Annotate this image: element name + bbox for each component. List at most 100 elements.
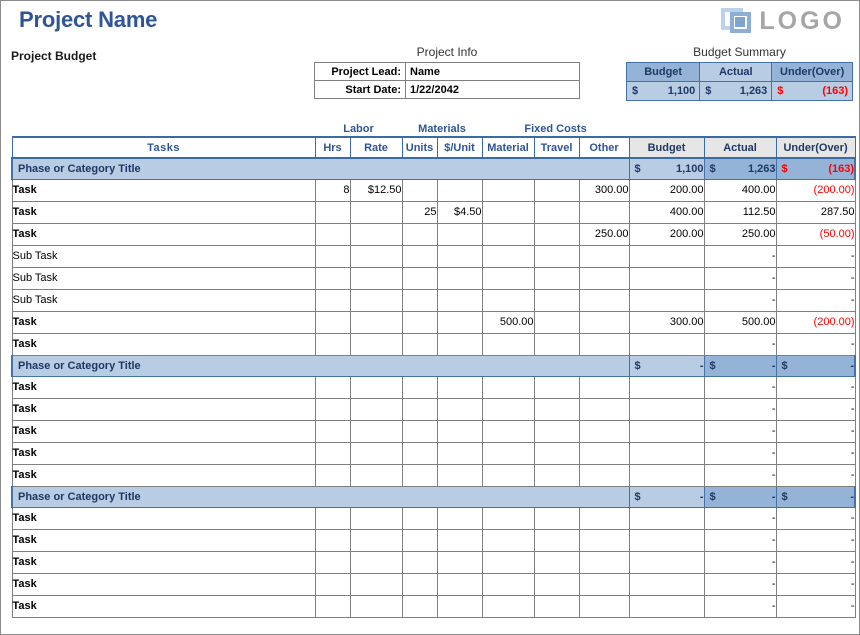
task-rate[interactable] (349, 266, 403, 290)
start-date-value[interactable]: 1/22/2042 (405, 80, 580, 99)
task-hrs[interactable] (314, 397, 351, 421)
task-rate[interactable] (349, 419, 403, 443)
task-budget[interactable] (628, 332, 705, 356)
task-material[interactable] (481, 419, 535, 443)
task-budget[interactable] (628, 550, 705, 574)
task-other[interactable]: 250.00 (578, 222, 630, 246)
task-rate[interactable] (349, 200, 403, 224)
task-rate[interactable]: $12.50 (349, 178, 403, 202)
task-rate[interactable] (349, 528, 403, 552)
task-name[interactable]: Task (11, 572, 316, 596)
task-units[interactable] (401, 288, 438, 312)
task-travel[interactable] (533, 375, 580, 399)
task-name[interactable]: Task (11, 222, 316, 246)
task-unit-cost[interactable] (436, 332, 483, 356)
task-other[interactable] (578, 594, 630, 618)
sub-task-name[interactable]: Sub Task (11, 244, 316, 268)
task-rate[interactable] (349, 222, 403, 246)
project-lead-value[interactable]: Name (405, 62, 580, 81)
task-budget[interactable]: 400.00 (628, 200, 705, 224)
task-hrs[interactable] (314, 310, 351, 334)
col-header-material[interactable]: Material (481, 136, 535, 159)
task-travel[interactable] (533, 419, 580, 443)
task-name[interactable]: Task (11, 397, 316, 421)
task-name[interactable]: Task (11, 528, 316, 552)
phase-title[interactable]: Phase or Category Title (10, 157, 630, 180)
task-budget[interactable] (628, 594, 705, 618)
task-budget[interactable] (628, 397, 705, 421)
task-travel[interactable] (533, 506, 580, 530)
task-unit-cost[interactable]: $4.50 (436, 200, 483, 224)
task-units[interactable] (401, 419, 438, 443)
task-budget[interactable] (628, 375, 705, 399)
task-travel[interactable] (533, 397, 580, 421)
task-rate[interactable] (349, 594, 403, 618)
task-unit-cost[interactable] (436, 178, 483, 202)
task-unit-cost[interactable] (436, 288, 483, 312)
task-budget[interactable] (628, 419, 705, 443)
task-unit-cost[interactable] (436, 375, 483, 399)
task-hrs[interactable] (314, 419, 351, 443)
task-other[interactable] (578, 550, 630, 574)
task-name[interactable]: Task (11, 178, 316, 202)
col-header-hrs[interactable]: Hrs (314, 136, 351, 159)
task-rate[interactable] (349, 244, 403, 268)
task-units[interactable] (401, 178, 438, 202)
task-units[interactable] (401, 550, 438, 574)
task-material[interactable] (481, 288, 535, 312)
sub-task-name[interactable]: Sub Task (11, 266, 316, 290)
task-hrs[interactable] (314, 375, 351, 399)
task-unit-cost[interactable] (436, 266, 483, 290)
task-budget[interactable] (628, 288, 705, 312)
phase-title[interactable]: Phase or Category Title (10, 485, 630, 508)
task-travel[interactable] (533, 244, 580, 268)
task-units[interactable] (401, 375, 438, 399)
task-other[interactable] (578, 244, 630, 268)
task-material[interactable] (481, 375, 535, 399)
task-units[interactable] (401, 572, 438, 596)
task-material[interactable] (481, 266, 535, 290)
task-travel[interactable] (533, 463, 580, 487)
task-units[interactable] (401, 244, 438, 268)
task-units[interactable] (401, 506, 438, 530)
col-header-travel[interactable]: Travel (533, 136, 580, 159)
task-rate[interactable] (349, 463, 403, 487)
task-material[interactable] (481, 463, 535, 487)
col-header-rate[interactable]: Rate (349, 136, 403, 159)
phase-title[interactable]: Phase or Category Title (10, 354, 630, 377)
task-other[interactable] (578, 528, 630, 552)
task-unit-cost[interactable] (436, 310, 483, 334)
task-hrs[interactable] (314, 441, 351, 465)
task-unit-cost[interactable] (436, 419, 483, 443)
task-other[interactable] (578, 288, 630, 312)
task-name[interactable]: Task (11, 550, 316, 574)
task-material[interactable] (481, 244, 535, 268)
task-budget[interactable]: 300.00 (628, 310, 705, 334)
task-budget[interactable]: 200.00 (628, 178, 705, 202)
task-travel[interactable] (533, 200, 580, 224)
task-travel[interactable] (533, 528, 580, 552)
task-hrs[interactable] (314, 528, 351, 552)
task-budget[interactable] (628, 506, 705, 530)
task-hrs[interactable]: 8 (314, 178, 351, 202)
task-rate[interactable] (349, 441, 403, 465)
task-hrs[interactable] (314, 463, 351, 487)
task-other[interactable] (578, 375, 630, 399)
task-other[interactable]: 300.00 (578, 178, 630, 202)
task-other[interactable] (578, 332, 630, 356)
task-hrs[interactable] (314, 222, 351, 246)
col-header-budget[interactable]: Budget (628, 136, 705, 159)
task-travel[interactable] (533, 550, 580, 574)
task-units[interactable]: 25 (401, 200, 438, 224)
task-name[interactable]: Task (11, 506, 316, 530)
task-hrs[interactable] (314, 572, 351, 596)
task-rate[interactable] (349, 288, 403, 312)
task-other[interactable] (578, 463, 630, 487)
task-units[interactable] (401, 397, 438, 421)
task-units[interactable] (401, 266, 438, 290)
task-other[interactable] (578, 441, 630, 465)
task-hrs[interactable] (314, 244, 351, 268)
task-other[interactable] (578, 266, 630, 290)
task-hrs[interactable] (314, 266, 351, 290)
task-unit-cost[interactable] (436, 506, 483, 530)
